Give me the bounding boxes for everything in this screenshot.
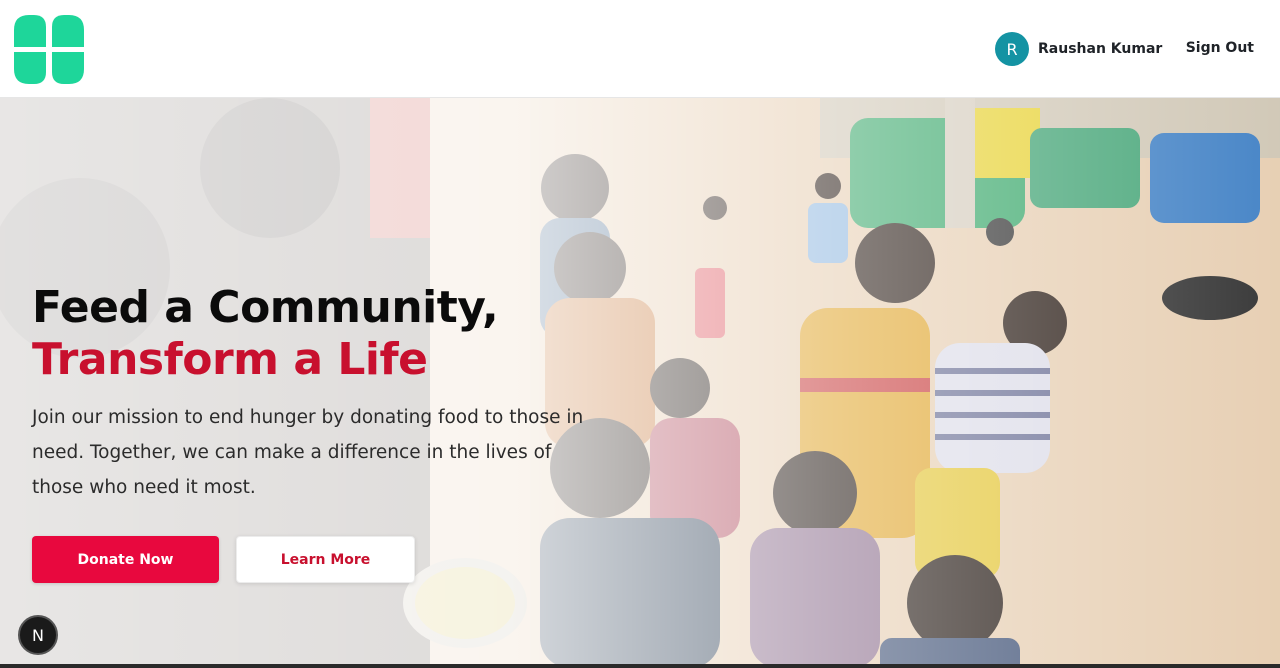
user-name: Raushan Kumar — [1038, 41, 1163, 57]
hero-title-line1: Feed a Community, — [32, 282, 499, 333]
clover-logo-icon[interactable] — [14, 15, 84, 84]
nextjs-dev-badge[interactable]: N — [18, 615, 58, 655]
donate-now-button[interactable]: Donate Now — [32, 536, 219, 583]
hero-description: Join our mission to end hunger by donati… — [32, 407, 584, 498]
hero-section: Feed a Community, Transform a Life Join … — [0, 98, 1280, 668]
nextjs-icon: N — [32, 625, 44, 645]
avatar[interactable]: R — [995, 32, 1029, 66]
user-profile[interactable]: R Raushan Kumar — [995, 32, 1162, 66]
site-header: R Raushan Kumar Sign Out — [0, 0, 1280, 98]
learn-more-button[interactable]: Learn More — [236, 536, 415, 583]
hero-title: Feed a Community, Transform a Life — [32, 282, 652, 386]
sign-out-button[interactable]: Sign Out — [1186, 40, 1254, 56]
hero-title-line2: Transform a Life — [32, 334, 428, 385]
bottom-edge — [0, 664, 1280, 668]
